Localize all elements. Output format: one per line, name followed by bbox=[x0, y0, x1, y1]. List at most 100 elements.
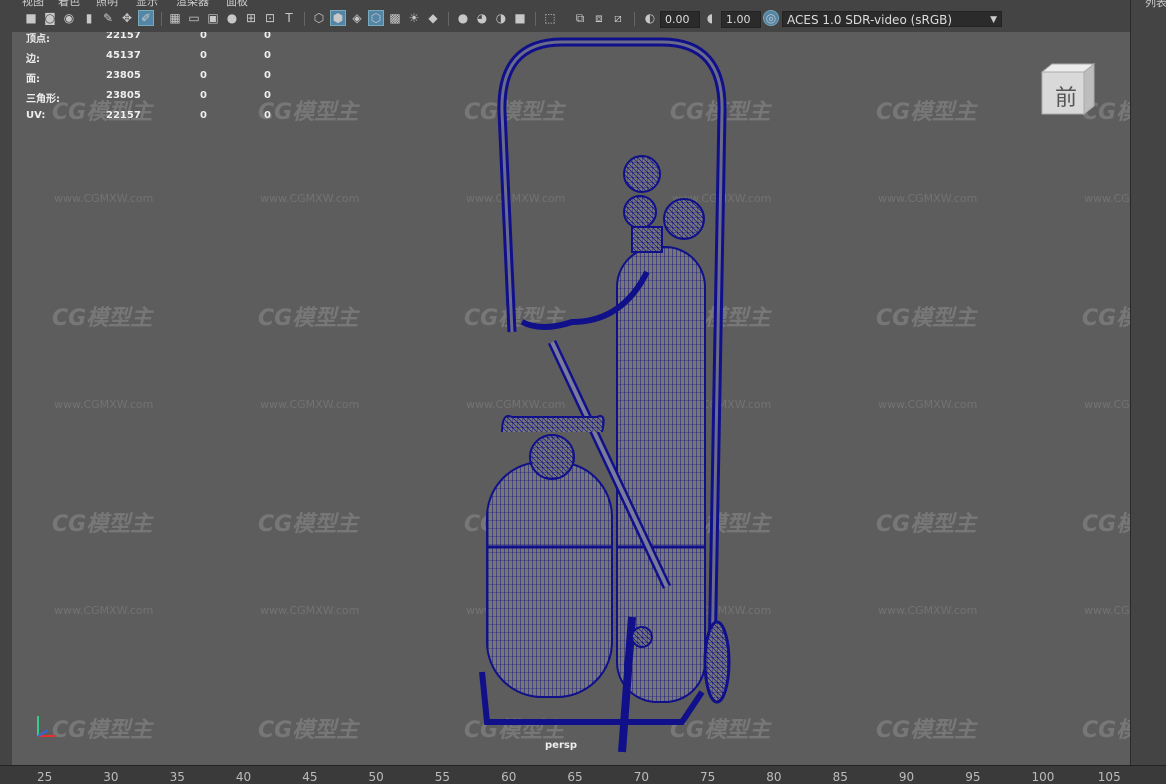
ruler-tick: 75 bbox=[700, 770, 716, 784]
anti-aliasing-icon[interactable]: ◑ bbox=[494, 11, 508, 25]
hud-value: 0 bbox=[200, 70, 207, 81]
watermark-logo: CG模型主 bbox=[876, 512, 977, 537]
depth-of-field-icon[interactable]: ■ bbox=[513, 11, 527, 25]
hud-value: 0 bbox=[264, 32, 271, 41]
exposure-field[interactable]: 0.00 bbox=[660, 11, 700, 28]
camera-select-icon[interactable]: ■ bbox=[24, 11, 38, 25]
menu-renderer[interactable]: 渲染器 bbox=[176, 0, 209, 8]
ruler-tick: 70 bbox=[633, 770, 649, 784]
safe-title-icon[interactable]: T bbox=[282, 11, 296, 25]
xray-icon[interactable]: ⧉ bbox=[573, 11, 587, 25]
watermark-url: www.CGMXW.com bbox=[54, 604, 154, 617]
2d-pan-zoom-icon[interactable]: ✥ bbox=[120, 11, 134, 25]
hud-label: 边: bbox=[26, 54, 40, 65]
resolution-gate-icon[interactable]: ▣ bbox=[206, 11, 220, 25]
gate-mask-icon[interactable]: ● bbox=[225, 11, 239, 25]
watermark-logo: CG模型主 bbox=[1082, 718, 1130, 743]
ruler-tick: 95 bbox=[965, 770, 981, 784]
hud-value: 0 bbox=[264, 90, 271, 101]
hud-value: 45137 bbox=[106, 50, 141, 61]
lights-icon[interactable]: ☀ bbox=[407, 11, 421, 25]
menu-shading[interactable]: 着色 bbox=[58, 0, 80, 8]
safe-action-icon[interactable]: ⊡ bbox=[263, 11, 277, 25]
color-management-select[interactable]: ACES 1.0 SDR-video (sRGB) ▼ bbox=[782, 11, 1002, 27]
film-gate-icon[interactable]: ▭ bbox=[187, 11, 201, 25]
axis-gizmo-icon bbox=[37, 716, 56, 737]
watermark-url: www.CGMXW.com bbox=[260, 604, 360, 617]
watermark-logo: CG模型主 bbox=[258, 306, 359, 331]
view-cube-label: 前 bbox=[1054, 86, 1077, 111]
ruler-tick: 65 bbox=[567, 770, 583, 784]
ruler-tick: 45 bbox=[302, 770, 318, 784]
toolbar-divider bbox=[634, 12, 635, 26]
exposure-icon[interactable]: ◐ bbox=[643, 11, 657, 25]
ruler-tick: 40 bbox=[235, 770, 252, 784]
hud-value: 22157 bbox=[106, 110, 141, 121]
hud-label: 顶点: bbox=[26, 34, 50, 45]
hud-value: 0 bbox=[264, 110, 271, 121]
toolbar-divider bbox=[535, 12, 536, 26]
watermark-logo: CG模型主 bbox=[52, 306, 153, 331]
watermark-logo: CG模型主 bbox=[876, 718, 977, 743]
view-cube[interactable]: 前 bbox=[1040, 62, 1096, 118]
smooth-shade-icon[interactable]: ⬢ bbox=[330, 10, 346, 26]
watermark-url: www.CGMXW.com bbox=[54, 398, 154, 411]
grease-pencil-icon[interactable]: ✐ bbox=[138, 10, 154, 26]
watermark-logo: CG模型主 bbox=[1082, 306, 1130, 331]
default-material-icon[interactable]: ◈ bbox=[350, 11, 364, 25]
hud-label: 三角形: bbox=[26, 94, 60, 105]
gamma-field[interactable]: 1.00 bbox=[721, 11, 761, 28]
hud-value: 0 bbox=[200, 50, 207, 61]
screen-space-ao-icon[interactable]: ● bbox=[456, 11, 470, 25]
watermark-url: www.CGMXW.com bbox=[878, 398, 978, 411]
ruler-tick: 30 bbox=[103, 770, 119, 784]
right-panel: 列表 bbox=[1130, 0, 1166, 765]
hud-value: 23805 bbox=[106, 70, 141, 81]
time-slider[interactable]: 25 30 35 40 45 50 55 60 65 70 75 80 85 90 95 100 105 bbox=[0, 765, 1166, 784]
outliner-label[interactable]: 列表 bbox=[1145, 0, 1166, 10]
hud-value: 0 bbox=[200, 110, 207, 121]
hud-label: 面: bbox=[26, 74, 40, 85]
isolate-select-icon[interactable]: ⬚ bbox=[543, 11, 557, 25]
hud-value: 23805 bbox=[106, 90, 141, 101]
camera-label: persp bbox=[545, 740, 577, 751]
menu-panels[interactable]: 面板 bbox=[226, 0, 248, 8]
grid-icon[interactable]: ▦ bbox=[168, 11, 182, 25]
wireframe-on-shaded-icon[interactable]: ⬡ bbox=[368, 10, 384, 26]
xray-active-icon[interactable]: ⧄ bbox=[611, 11, 625, 25]
xray-joints-icon[interactable]: ⧈ bbox=[592, 11, 606, 25]
ruler-tick: 80 bbox=[766, 770, 782, 784]
ruler-tick: 60 bbox=[501, 770, 517, 784]
wireframe-icon[interactable]: ⬡ bbox=[312, 11, 326, 25]
hud-label: UV: bbox=[26, 110, 46, 121]
bookmark-camera-icon[interactable]: ◉ bbox=[62, 11, 76, 25]
image-plane-icon[interactable]: ✎ bbox=[101, 11, 115, 25]
watermark-logo: CG模型主 bbox=[258, 512, 359, 537]
hud-value: 22157 bbox=[106, 32, 141, 41]
textured-icon[interactable]: ▩ bbox=[388, 11, 402, 25]
shadows-icon[interactable]: ◆ bbox=[426, 11, 440, 25]
bookmark-icon[interactable]: ▮ bbox=[82, 11, 96, 25]
left-gutter bbox=[0, 32, 12, 765]
camera-attributes-icon[interactable]: ◙ bbox=[43, 11, 57, 25]
menu-bar: 视图 着色 照明 显示 渲染器 面板 bbox=[0, 0, 1130, 8]
gamma-icon[interactable]: ◖ bbox=[703, 11, 717, 25]
color-management-icon[interactable]: ◎ bbox=[763, 10, 779, 26]
menu-lighting[interactable]: 照明 bbox=[96, 0, 118, 8]
motion-blur-icon[interactable]: ◕ bbox=[475, 11, 489, 25]
watermark-url: www.CGMXW.com bbox=[1084, 192, 1130, 205]
watermark-logo: CG模型主 bbox=[876, 100, 977, 125]
menu-show[interactable]: 显示 bbox=[136, 0, 158, 8]
menu-view[interactable]: 视图 bbox=[22, 0, 44, 8]
color-management-value: ACES 1.0 SDR-video (sRGB) bbox=[787, 13, 953, 27]
field-chart-icon[interactable]: ⊞ bbox=[244, 11, 258, 25]
watermark-logo: CG模型主 bbox=[52, 718, 153, 743]
welding-cart-wireframe[interactable] bbox=[452, 32, 752, 765]
toolbar-divider bbox=[304, 12, 305, 26]
hud-value: 0 bbox=[200, 32, 207, 41]
viewport-persp[interactable]: CG模型主 CG模型主 CG模型主 CG模型主 CG模型主 CG模型主 CG模型主 CG模型主… bbox=[12, 32, 1130, 765]
toolbar-divider bbox=[161, 12, 162, 26]
hud-value: 0 bbox=[200, 90, 207, 101]
watermark-logo: CG模型主 bbox=[1082, 512, 1130, 537]
watermark-url: www.CGMXW.com bbox=[878, 192, 978, 205]
